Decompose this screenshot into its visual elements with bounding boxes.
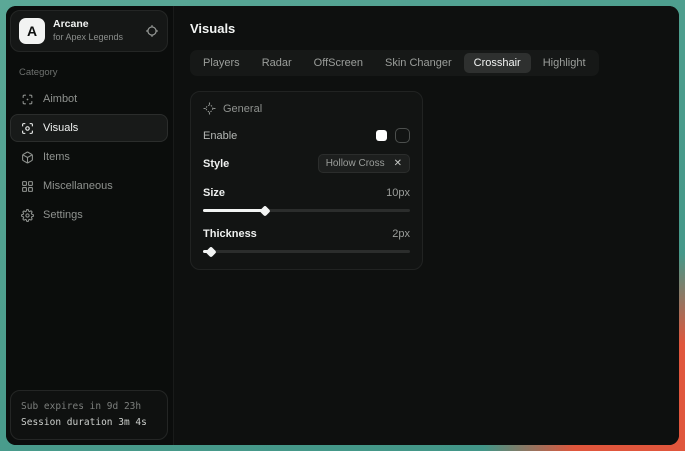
thickness-slider[interactable] [203, 248, 410, 255]
thickness-slider-track [203, 250, 410, 253]
sub-expiry-text: Sub expires in 9d 23h [21, 399, 157, 415]
general-settings-card: General Enable Style Hollow Cross ✕ Size… [190, 91, 423, 270]
tab-radar[interactable]: Radar [252, 53, 302, 73]
tab-crosshair[interactable]: Crosshair [464, 53, 531, 73]
tab-highlight[interactable]: Highlight [533, 53, 596, 73]
subscription-info-card: Sub expires in 9d 23h Session duration 3… [10, 390, 168, 440]
enable-checkbox[interactable] [395, 128, 410, 143]
style-value-tag[interactable]: Hollow Cross ✕ [318, 154, 410, 173]
size-slider[interactable] [203, 207, 410, 214]
style-row: Style Hollow Cross ✕ [203, 154, 410, 173]
style-label: Style [203, 158, 229, 170]
sidebar-item-items[interactable]: Items [10, 143, 168, 171]
sidebar-item-miscellaneous[interactable]: Miscellaneous [10, 172, 168, 200]
app-subtitle: for Apex Legends [53, 32, 137, 44]
app-titles: Arcane for Apex Legends [53, 18, 137, 43]
grid-icon [20, 179, 34, 193]
gear-icon [20, 208, 34, 222]
style-value: Hollow Cross [326, 158, 385, 169]
page-title: Visuals [190, 21, 663, 36]
scan-icon [20, 121, 34, 135]
session-duration-text: Session duration 3m 4s [21, 415, 157, 431]
tab-bar: Players Radar OffScreen Skin Changer Cro… [190, 50, 599, 76]
main-content: Visuals Players Radar OffScreen Skin Cha… [173, 6, 679, 445]
tab-offscreen[interactable]: OffScreen [304, 53, 373, 73]
enable-row: Enable [203, 128, 410, 143]
app-logo: A [19, 18, 45, 44]
sidebar-item-label: Miscellaneous [43, 180, 113, 192]
category-label: Category [19, 67, 168, 78]
sidebar-item-label: Items [43, 151, 70, 163]
crosshair-target-icon[interactable] [145, 24, 159, 38]
sidebar-item-label: Aimbot [43, 93, 77, 105]
sidebar: A Arcane for Apex Legends Category [6, 6, 173, 445]
thickness-value: 2px [392, 228, 410, 240]
size-value: 10px [386, 187, 410, 199]
crosshair-section-icon [203, 102, 216, 115]
app-window: A Arcane for Apex Legends Category [6, 6, 679, 445]
sidebar-item-label: Settings [43, 209, 83, 221]
tab-skin-changer[interactable]: Skin Changer [375, 53, 462, 73]
size-slider-handle[interactable] [259, 205, 270, 216]
color-swatch[interactable] [376, 130, 387, 141]
general-section-title: General [223, 103, 262, 115]
sidebar-nav: Aimbot Visuals [10, 85, 168, 229]
app-name: Arcane [53, 18, 137, 32]
tab-players[interactable]: Players [193, 53, 250, 73]
sidebar-item-settings[interactable]: Settings [10, 201, 168, 229]
thickness-row: Thickness 2px [203, 228, 410, 240]
remove-icon[interactable]: ✕ [394, 159, 402, 169]
size-slider-fill [203, 209, 265, 212]
size-row: Size 10px [203, 187, 410, 199]
package-icon [20, 150, 34, 164]
thickness-label: Thickness [203, 228, 257, 240]
target-icon [20, 92, 34, 106]
thickness-slider-handle[interactable] [206, 246, 217, 257]
general-section-header: General [203, 102, 410, 115]
enable-label: Enable [203, 130, 237, 142]
sidebar-item-visuals[interactable]: Visuals [10, 114, 168, 142]
app-header-card: A Arcane for Apex Legends [10, 10, 168, 52]
sidebar-item-label: Visuals [43, 122, 78, 134]
size-label: Size [203, 187, 225, 199]
sidebar-item-aimbot[interactable]: Aimbot [10, 85, 168, 113]
